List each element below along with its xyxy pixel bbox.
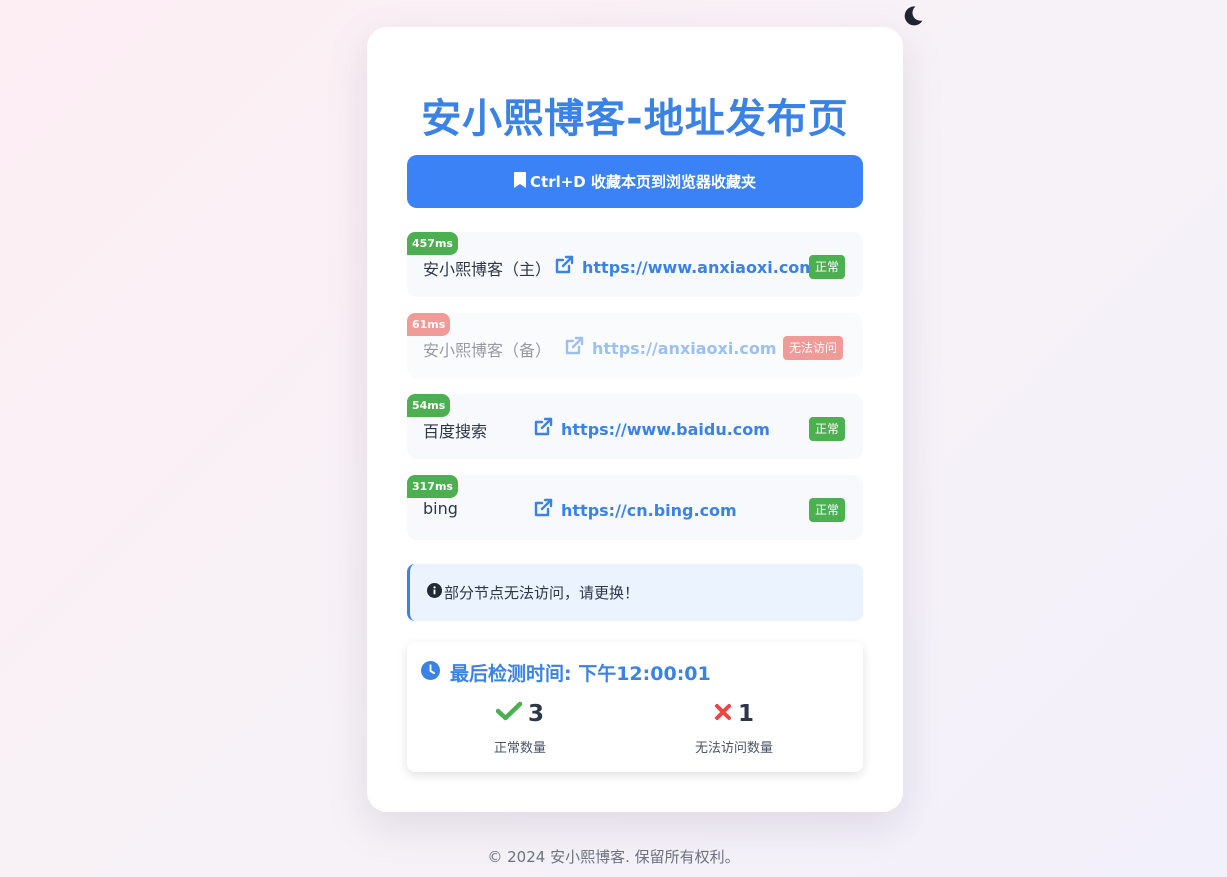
node-url: https://cn.bing.com	[561, 500, 737, 520]
node-link[interactable]: https://anxiaoxi.com	[564, 336, 777, 360]
external-link-icon	[533, 417, 561, 441]
bookmark-button-label: Ctrl+D 收藏本页到浏览器收藏夹	[530, 173, 756, 191]
node-item: 61ms 安小熙博客（备） https://anxiaoxi.com 无法访问	[407, 313, 863, 378]
latency-badge: 61ms	[407, 313, 451, 336]
node-url: https://www.baidu.com	[561, 419, 770, 439]
status-badge: 正常	[809, 255, 846, 279]
bookmark-button[interactable]: Ctrl+D 收藏本页到浏览器收藏夹	[407, 155, 863, 208]
bookmark-icon	[514, 171, 530, 192]
info-icon	[427, 583, 444, 602]
clock-icon	[421, 660, 450, 685]
node-link[interactable]: https://www.anxiaoxi.com	[554, 255, 816, 279]
footer-copyright: © 2024 安小熙博客. 保留所有权利。	[487, 848, 740, 866]
node-item: 457ms 安小熙博客（主） https://www.anxiaoxi.com …	[407, 232, 863, 297]
node-name: 安小熙博客（主）	[423, 260, 552, 279]
ok-count: 3	[527, 701, 544, 727]
cross-icon	[714, 701, 738, 727]
node-link[interactable]: https://cn.bing.com	[533, 498, 737, 522]
fail-label: 无法访问数量	[694, 741, 773, 756]
notice-text: 部分节点无法访问，请更换！	[444, 584, 640, 602]
node-url: https://anxiaoxi.com	[592, 338, 777, 358]
node-name: bing	[423, 499, 458, 518]
node-url: https://www.anxiaoxi.com	[582, 257, 816, 277]
latency-badge: 54ms	[407, 394, 451, 417]
moon-icon	[901, 4, 925, 32]
external-link-icon	[554, 255, 582, 279]
node-link[interactable]: https://www.baidu.com	[533, 417, 770, 441]
theme-toggle-button[interactable]	[899, 4, 927, 32]
last-check-text: 最后检测时间: 下午12:00:01	[450, 663, 711, 685]
status-badge: 无法访问	[783, 336, 844, 360]
main-card: 安小熙博客-地址发布页 Ctrl+D 收藏本页到浏览器收藏夹 457ms 安小熙…	[367, 27, 903, 812]
status-badge: 正常	[809, 417, 846, 441]
node-name: 安小熙博客（备）	[423, 341, 552, 360]
page-title: 安小熙博客-地址发布页	[421, 96, 849, 142]
external-link-icon	[533, 498, 561, 522]
latency-badge: 317ms	[407, 475, 458, 498]
stats-panel: 最后检测时间: 下午12:00:01 3 正常数量 1 无法访问数量	[407, 642, 863, 772]
node-item: 54ms 百度搜索 https://www.baidu.com 正常	[407, 394, 863, 459]
last-check-time: 最后检测时间: 下午12:00:01	[421, 659, 711, 686]
check-icon	[495, 701, 528, 727]
fail-stat: 1 无法访问数量	[634, 698, 834, 756]
ok-label: 正常数量	[493, 741, 546, 756]
fail-count: 1	[737, 701, 754, 727]
node-name: 百度搜索	[423, 422, 488, 441]
external-link-icon	[564, 336, 592, 360]
status-badge: 正常	[809, 498, 846, 522]
ok-stat: 3 正常数量	[420, 698, 620, 756]
node-item: 317ms bing https://cn.bing.com 正常	[407, 475, 863, 540]
latency-badge: 457ms	[407, 232, 458, 255]
notice-box: 部分节点无法访问，请更换！	[407, 564, 863, 621]
